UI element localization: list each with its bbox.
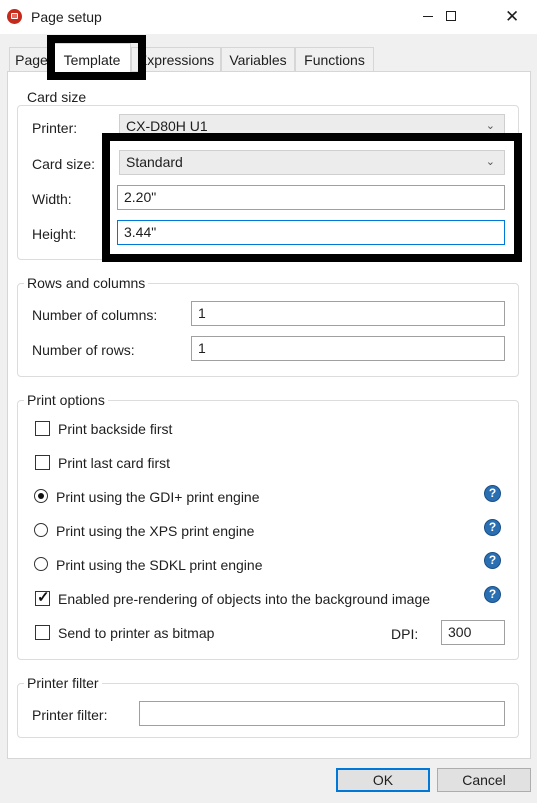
printer-filter-label: Printer filter: [32, 707, 108, 723]
prerendering-checkbox[interactable]: ✓ [35, 589, 50, 606]
printer-filter-field[interactable] [139, 701, 505, 726]
help-icon[interactable]: ? [484, 519, 501, 536]
prerendering-label[interactable]: Enabled pre-rendering of objects into th… [58, 591, 430, 607]
cancel-button[interactable]: Cancel [437, 768, 531, 792]
last-card-first-label[interactable]: Print last card first [58, 455, 170, 471]
last-card-first-checkbox[interactable] [35, 455, 50, 470]
card-size-group-title: Card size [24, 89, 90, 105]
xps-engine-radio[interactable] [34, 523, 48, 537]
ok-button[interactable]: OK [336, 768, 430, 792]
title-bar: Page setup ✕ [0, 0, 537, 34]
backside-first-checkbox[interactable] [35, 421, 50, 436]
rows-label: Number of rows: [32, 342, 135, 358]
help-icon[interactable]: ? [484, 485, 501, 502]
rows-field[interactable]: 1 [191, 336, 505, 361]
app-printer-icon[interactable] [7, 9, 22, 24]
printer-filter-group-title: Printer filter [24, 675, 102, 691]
rows-columns-group [17, 283, 519, 377]
columns-label: Number of columns: [32, 307, 158, 323]
bitmap-label[interactable]: Send to printer as bitmap [58, 625, 214, 641]
height-label: Height: [32, 226, 77, 242]
check-icon: ✓ [37, 589, 50, 606]
window-title: Page setup [31, 9, 102, 25]
annotation-box-card-fields [102, 133, 522, 262]
close-icon: ✕ [505, 7, 520, 26]
maximize-button[interactable] [428, 0, 474, 34]
printer-label: Printer: [32, 120, 78, 136]
annotation-box-template-tab [47, 35, 146, 80]
print-options-group-title: Print options [24, 392, 108, 408]
help-icon[interactable]: ? [484, 586, 501, 603]
card-size-label: Card size: [32, 156, 96, 172]
help-icon[interactable]: ? [484, 552, 501, 569]
gdi-engine-label[interactable]: Print using the GDI+ print engine [56, 489, 260, 505]
xps-engine-label[interactable]: Print using the XPS print engine [56, 523, 254, 539]
sdkl-engine-label[interactable]: Print using the SDKL print engine [56, 557, 263, 573]
backside-first-label[interactable]: Print backside first [58, 421, 172, 437]
sdkl-engine-radio[interactable] [34, 557, 48, 571]
maximize-icon [446, 11, 456, 21]
printer-select-value: CX-D80H U1 [126, 118, 208, 134]
radio-selected-dot [38, 493, 44, 499]
gdi-engine-radio[interactable] [34, 489, 48, 503]
close-button[interactable]: ✕ [488, 0, 534, 34]
rows-columns-group-title: Rows and columns [24, 275, 149, 291]
dpi-label: DPI: [391, 626, 419, 642]
bitmap-checkbox[interactable] [35, 625, 50, 640]
width-label: Width: [32, 191, 72, 207]
tab-variables[interactable]: Variables [221, 47, 295, 71]
dpi-field[interactable]: 300 [441, 620, 505, 645]
tab-functions[interactable]: Functions [295, 47, 374, 71]
columns-field[interactable]: 1 [191, 301, 505, 326]
